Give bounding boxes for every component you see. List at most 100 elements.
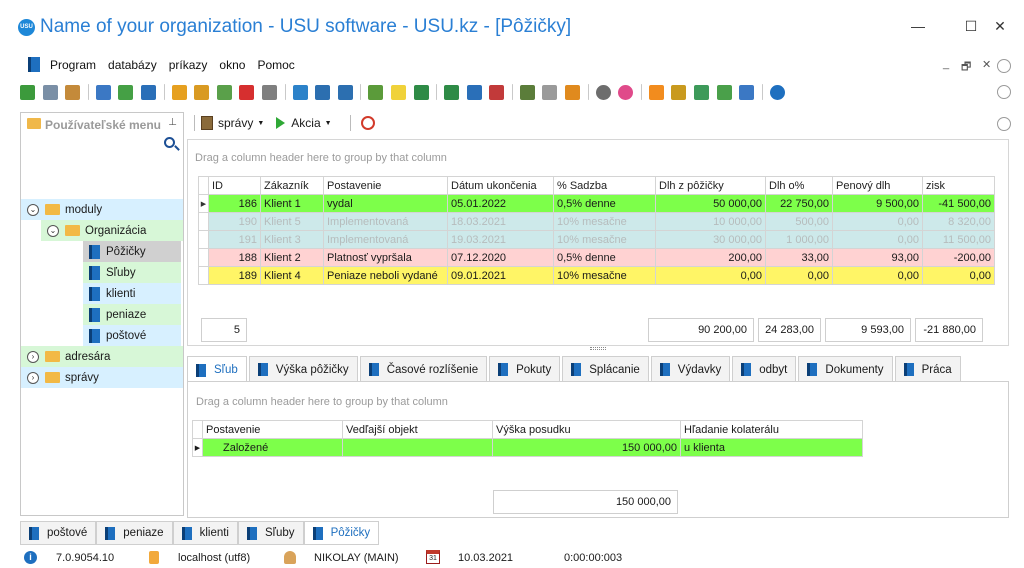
row-indicator[interactable] (198, 266, 209, 285)
table-cell[interactable] (342, 438, 493, 457)
table-cell[interactable]: 9 500,00 (832, 194, 923, 213)
table-cell[interactable]: 10% mesačne (553, 230, 656, 249)
table-row[interactable]: 189 Klient 4 Peniaze neboli vydané 09.01.20… (198, 266, 995, 285)
table-cell[interactable]: 22 750,00 (765, 194, 833, 213)
column-header-5[interactable]: % Sadzba (553, 176, 656, 195)
exit-icon[interactable] (519, 84, 535, 100)
tab-9[interactable]: Práca (894, 356, 961, 382)
table-cell[interactable]: Peniaze neboli vydané (323, 266, 448, 285)
search-icon[interactable] (164, 137, 175, 148)
menu-more-icon[interactable] (997, 59, 1011, 73)
module-tab-1[interactable]: poštové (20, 521, 97, 545)
palette-icon[interactable] (618, 84, 634, 100)
module-tab-5[interactable]: Pôžičky (303, 521, 380, 545)
row-indicator[interactable]: ▶ (192, 438, 203, 457)
column-header-6[interactable]: Dlh z pôžičky (655, 176, 766, 195)
copy-icon[interactable] (42, 84, 58, 100)
module-toolbar-more-icon[interactable] (997, 117, 1011, 131)
filter-icon[interactable] (171, 84, 187, 100)
table-cell[interactable]: 0,5% denne (553, 248, 656, 267)
table-cell[interactable]: 10% mesačne (553, 212, 656, 231)
tree-item-moduly[interactable]: ⌄ moduly (21, 199, 183, 220)
table-cell[interactable]: 0,00 (832, 230, 923, 249)
insert-icon[interactable] (292, 84, 308, 100)
table-cell[interactable]: Založené (202, 438, 343, 457)
image-icon[interactable] (261, 84, 277, 100)
row-indicator[interactable]: ▶ (198, 194, 209, 213)
tree-item-správy[interactable]: › správy (21, 367, 183, 388)
row-indicator[interactable] (198, 212, 209, 231)
table-row[interactable]: 190 Klient 5 Implementovaná 18.03.2021 10% m… (198, 212, 995, 231)
table-cell[interactable]: 93,00 (832, 248, 923, 267)
app-menu-icon[interactable] (28, 57, 40, 72)
collapse-icon[interactable]: ⌄ (27, 203, 39, 216)
lock-icon[interactable] (671, 84, 687, 100)
table-cell[interactable]: 50 000,00 (655, 194, 766, 213)
table-cell[interactable]: 200,00 (655, 248, 766, 267)
table-cell[interactable]: 05.01.2022 (447, 194, 554, 213)
tree-item-poštové[interactable]: poštové (83, 325, 181, 346)
tree-item-organizácia[interactable]: ⌄ Organizácia (41, 220, 183, 241)
table-cell[interactable]: Implementovaná (323, 230, 448, 249)
table-cell[interactable]: u klienta (680, 438, 863, 457)
tab-7[interactable]: odbyt (732, 356, 797, 382)
table-cell[interactable]: Klient 3 (260, 230, 324, 249)
detail-column-header-4[interactable]: Hľadanie kolaterálu (680, 420, 863, 439)
table-cell[interactable]: 150 000,00 (492, 438, 681, 457)
table-cell[interactable]: 0,00 (922, 266, 995, 285)
tab-4[interactable]: Pokuty (489, 356, 561, 382)
table-cell[interactable]: 8 320,00 (922, 212, 995, 231)
table-cell[interactable]: 1 000,00 (765, 230, 833, 249)
table-cell[interactable]: Klient 2 (260, 248, 324, 267)
table-cell[interactable]: Implementovaná (323, 212, 448, 231)
table-cell[interactable]: 0,00 (765, 266, 833, 285)
mdi-minimize-button[interactable]: _ (943, 58, 949, 70)
mdi-close-button[interactable]: ✕ (982, 58, 991, 71)
table-cell[interactable]: 0,5% denne (553, 194, 656, 213)
arrow-circle-icon[interactable] (542, 84, 558, 100)
chevron-down-icon[interactable]: ▼ (325, 120, 332, 127)
tree-item-pôžičky[interactable]: Pôžičky (83, 241, 181, 262)
column-header-8[interactable]: Penový dlh (832, 176, 923, 195)
expand-icon[interactable]: › (27, 371, 39, 384)
table-cell[interactable]: Klient 1 (260, 194, 324, 213)
minimize-button[interactable]: — (908, 18, 928, 34)
tab-2[interactable]: Výška pôžičky (248, 356, 358, 382)
tree-item-klienti[interactable]: klienti (83, 283, 181, 304)
group-by-panel[interactable]: Drag a column header here to group by th… (195, 152, 447, 164)
table-cell[interactable]: -200,00 (922, 248, 995, 267)
table-cell[interactable]: 186 (208, 194, 261, 213)
new-window-icon[interactable] (466, 84, 482, 100)
table-cell[interactable]: 33,00 (765, 248, 833, 267)
close-button[interactable]: ✕ (990, 18, 1010, 35)
expand-icon[interactable]: › (27, 350, 39, 363)
detail-column-header-3[interactable]: Výška posudku (492, 420, 681, 439)
collapse-icon[interactable] (337, 84, 353, 100)
chevron-down-icon[interactable]: ▼ (257, 120, 264, 127)
table-cell[interactable]: Klient 4 (260, 266, 324, 285)
table-cell[interactable]: vydal (323, 194, 448, 213)
column-header-9[interactable]: zisk (922, 176, 995, 195)
menu-prikazy[interactable]: príkazy (169, 58, 208, 72)
filter-apply-icon[interactable] (216, 84, 232, 100)
menu-databazy[interactable]: databázy (108, 58, 157, 72)
table-row[interactable]: 188 Klient 2 Platnosť vypršala 07.12.2020 0,… (198, 248, 995, 267)
detail-group-by-panel[interactable]: Drag a column header here to group by th… (196, 396, 448, 408)
tab-5[interactable]: Splácanie (562, 356, 649, 382)
export-excel-icon[interactable] (413, 84, 429, 100)
table-cell[interactable]: 0,00 (832, 212, 923, 231)
column-header-7[interactable]: Dlh o% (765, 176, 833, 195)
table-row[interactable]: 191 Klient 3 Implementovaná 19.03.2021 10% m… (198, 230, 995, 249)
menu-program[interactable]: Program (50, 58, 96, 72)
mdi-restore-button[interactable]: 🗗 (961, 58, 971, 77)
tab-3[interactable]: Časové rozlíšenie (359, 356, 488, 382)
module-tab-4[interactable]: Sľuby (237, 521, 304, 545)
tab-6[interactable]: Výdavky (650, 356, 731, 382)
filter-clear-icon[interactable] (194, 84, 210, 100)
table-cell[interactable]: 191 (208, 230, 261, 249)
table-cell[interactable]: 10% mesačne (553, 266, 656, 285)
settings-icon[interactable] (595, 84, 611, 100)
refresh-icon[interactable] (20, 84, 35, 100)
table-cell[interactable]: 11 500,00 (922, 230, 995, 249)
module-tab-2[interactable]: peniaze (96, 521, 173, 545)
